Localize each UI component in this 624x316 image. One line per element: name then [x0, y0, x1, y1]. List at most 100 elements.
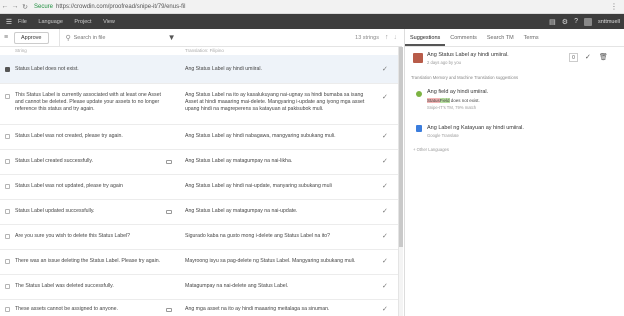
- mt-suggestion-text[interactable]: Ang Label ng Katayuan ay hindi umiiral.: [427, 125, 524, 131]
- tm-diff: StatusField does not exist.: [427, 98, 480, 103]
- translation-text: Sigurado kaba na gusto mong i-delete ang…: [185, 233, 331, 239]
- row-checkbox[interactable]: [5, 159, 10, 164]
- mt-suggestion-meta: Google Translate: [427, 133, 459, 138]
- translation-text: Ang Status Label na ito ay kasalukuyang …: [185, 92, 365, 112]
- url-field[interactable]: https://crowdin.com/proofread/snipe-it/7…: [56, 4, 185, 10]
- approved-check-icon[interactable]: ✓: [382, 207, 388, 215]
- approved-check-icon[interactable]: ✓: [382, 157, 388, 165]
- diff-rest: does not exist.: [449, 98, 480, 103]
- source-text: Status Label created successfully.: [15, 158, 94, 164]
- approved-check-icon[interactable]: ✓: [382, 282, 388, 290]
- translation-column-header: Translation: Filipino: [185, 48, 224, 53]
- table-row[interactable]: There was an issue deleting the Status L…: [0, 250, 398, 275]
- secure-label: Secure: [34, 3, 54, 10]
- translation-text: Matagumpay na nai-delete ang Status Labe…: [185, 283, 289, 289]
- table-row[interactable]: The Status Label was deleted successfull…: [0, 275, 398, 300]
- select-all-icon[interactable]: ≡: [0, 34, 12, 41]
- search-input[interactable]: [73, 34, 154, 41]
- approved-check-icon[interactable]: ✓: [382, 257, 388, 265]
- row-checkbox[interactable]: [5, 134, 10, 139]
- browser-menu-icon[interactable]: ⋮: [610, 2, 618, 11]
- browser-address-bar: ← → ↻ Secure https://crowdin.com/proofre…: [0, 0, 624, 14]
- trash-icon[interactable]: 🗑: [599, 53, 608, 61]
- tab-suggestions[interactable]: Suggestions: [405, 35, 446, 46]
- tm-suggestion-text[interactable]: Ang field ay hindi umiiral.: [427, 89, 488, 95]
- translation-text: Ang Status Label ay hindi nai-update, ma…: [185, 183, 332, 189]
- row-checkbox[interactable]: [5, 259, 10, 264]
- row-checkbox[interactable]: [5, 307, 10, 312]
- editor-toolbar: ≡ Approve ⚲ ▼ 13 strings ↑ ↓: [0, 28, 402, 47]
- menu-view[interactable]: View: [103, 19, 115, 25]
- source-text: Status Label was not created, please try…: [15, 133, 123, 139]
- approved-check-icon[interactable]: ✓: [382, 232, 388, 240]
- approved-check-icon[interactable]: ✓: [382, 132, 388, 140]
- tab-terms[interactable]: Terms: [519, 35, 544, 46]
- suggestions-panel: Suggestions Comments Search TM Terms Ang…: [404, 29, 624, 316]
- settings-icon[interactable]: ⚙: [562, 18, 568, 26]
- row-checkbox[interactable]: [5, 184, 10, 189]
- vote-count[interactable]: 0: [569, 53, 578, 62]
- menu-language[interactable]: Language: [38, 19, 62, 25]
- strings-scrollbar[interactable]: [398, 47, 403, 316]
- approved-check-icon[interactable]: ✓: [382, 182, 388, 190]
- table-row[interactable]: These assets cannot be assigned to anyon…: [0, 300, 398, 316]
- approve-button[interactable]: Approve: [14, 31, 49, 44]
- help-icon[interactable]: ?: [574, 18, 578, 25]
- table-row[interactable]: Status Label was not created, please try…: [0, 125, 398, 150]
- column-headers: String Translation: Filipino: [0, 47, 398, 55]
- panel-tabs: Suggestions Comments Search TM Terms: [405, 29, 624, 47]
- reload-icon[interactable]: ↻: [20, 3, 30, 11]
- translation-text: Mayroong isyu sa pag-delete ng Status La…: [185, 258, 356, 264]
- top-menu: File Language Project View: [18, 19, 125, 25]
- approve-check-icon[interactable]: ✓: [585, 53, 591, 61]
- translation-text: Ang Status Label ay hindi nabagawa, mang…: [185, 133, 336, 139]
- comment-icon[interactable]: [166, 160, 172, 164]
- source-text: There was an issue deleting the Status L…: [15, 258, 161, 264]
- other-languages-link[interactable]: + Other Languages: [413, 147, 449, 152]
- suggestion-meta: 2 days ago by you: [427, 60, 461, 65]
- translation-text: Ang Status Label ay matagumpay na nai-up…: [185, 208, 298, 214]
- source-text: This Status Label is currently associate…: [15, 92, 161, 112]
- filter-icon[interactable]: ▼: [168, 33, 176, 42]
- app-menu-bar: ☰ File Language Project View ▤ ⚙ ? snttm…: [0, 14, 624, 29]
- approved-check-icon[interactable]: ✓: [382, 305, 388, 313]
- forward-icon[interactable]: →: [10, 3, 20, 10]
- tm-heading: Translation Memory and Machine Translati…: [411, 75, 519, 80]
- suggestion-text[interactable]: Ang Status Label ay hindi umiiral.: [427, 52, 509, 58]
- table-row[interactable]: Status Label was not updated, please try…: [0, 175, 398, 200]
- translation-text: Ang Status Label ay matagumpay na nai-li…: [185, 158, 293, 164]
- layout-icon[interactable]: ▤: [549, 18, 556, 26]
- table-row[interactable]: Status Label updated successfully. Ang S…: [0, 200, 398, 225]
- tab-search-tm[interactable]: Search TM: [482, 35, 519, 46]
- row-checkbox[interactable]: [5, 94, 10, 99]
- row-checkbox[interactable]: [5, 284, 10, 289]
- row-checkbox[interactable]: [5, 67, 10, 72]
- username[interactable]: snttmuell: [598, 19, 620, 25]
- approved-check-icon[interactable]: ✓: [382, 93, 388, 101]
- table-row[interactable]: Status Label created successfully. Ang S…: [0, 150, 398, 175]
- source-text: Are you sure you wish to delete this Sta…: [15, 233, 131, 239]
- diff-deleted: Status: [427, 98, 440, 103]
- comment-icon[interactable]: [166, 308, 172, 312]
- prev-string-icon[interactable]: ↑: [385, 34, 389, 41]
- approved-check-icon[interactable]: ✓: [382, 65, 388, 73]
- hamburger-icon[interactable]: ☰: [0, 18, 18, 26]
- source-text: Status Label does not exist.: [15, 66, 79, 72]
- table-row[interactable]: Are you sure you wish to delete this Sta…: [0, 225, 398, 250]
- top-right-controls: ▤ ⚙ ? snttmuell: [549, 17, 624, 26]
- search-icon: ⚲: [65, 34, 71, 42]
- table-row[interactable]: This Status Label is currently associate…: [0, 84, 398, 125]
- row-checkbox[interactable]: [5, 234, 10, 239]
- tm-icon: [416, 91, 422, 97]
- comment-icon[interactable]: [166, 210, 172, 214]
- tab-comments[interactable]: Comments: [445, 35, 482, 46]
- row-checkbox[interactable]: [5, 209, 10, 214]
- menu-project[interactable]: Project: [74, 19, 91, 25]
- strings-count: 13 strings: [355, 34, 379, 41]
- scrollbar-thumb[interactable]: [399, 47, 403, 247]
- back-icon[interactable]: ←: [0, 3, 10, 10]
- avatar[interactable]: [583, 17, 592, 26]
- next-string-icon[interactable]: ↓: [394, 34, 398, 41]
- menu-file[interactable]: File: [18, 19, 27, 25]
- table-row[interactable]: Status Label does not exist. Ang Status …: [0, 55, 398, 84]
